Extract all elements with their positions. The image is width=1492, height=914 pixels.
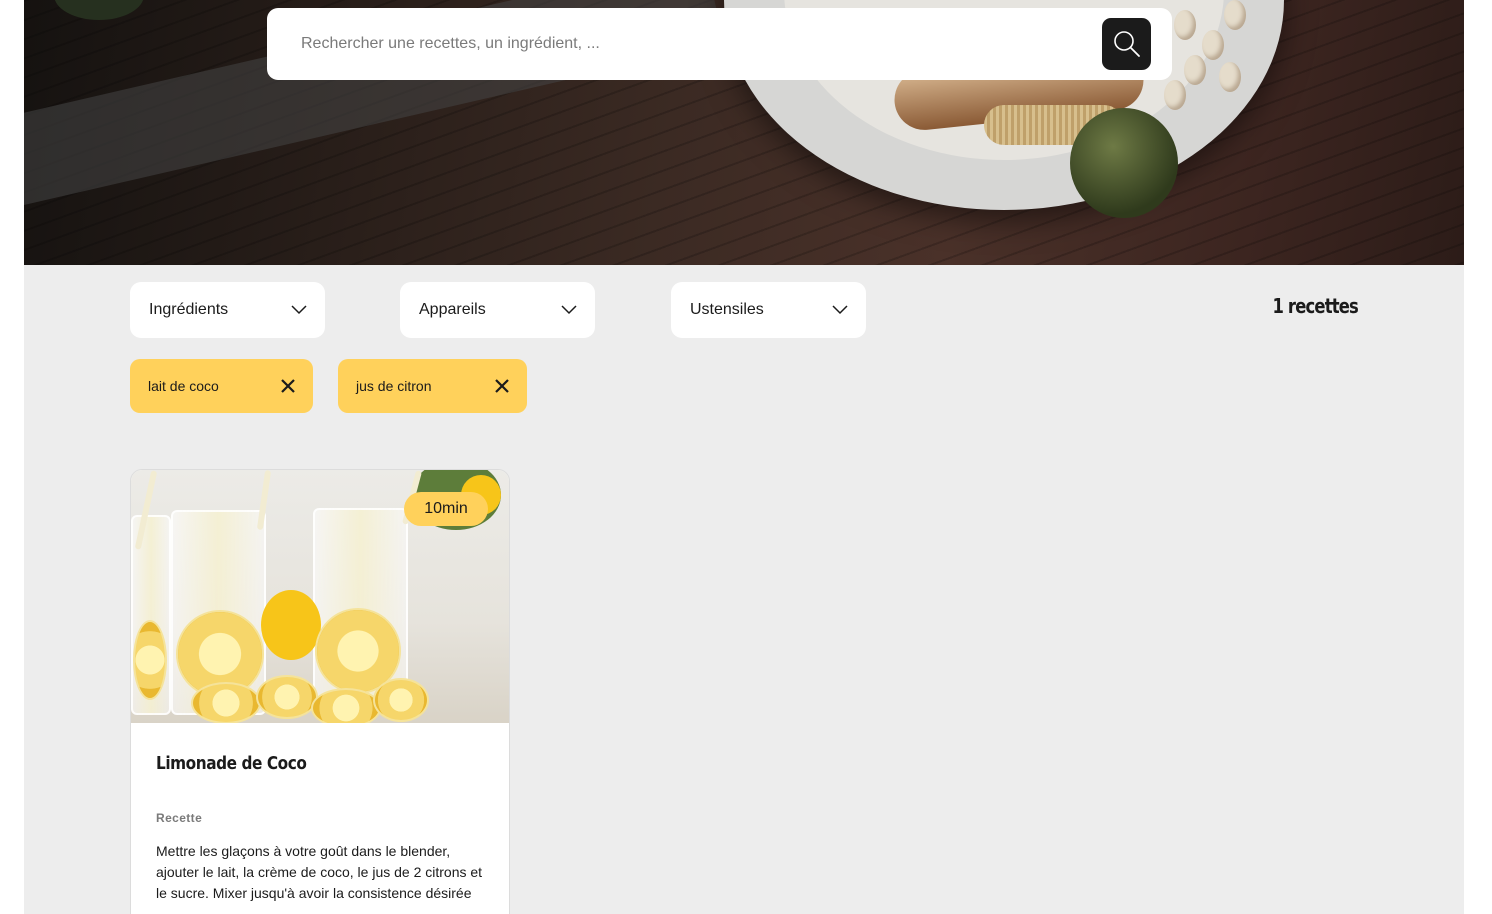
filter-appareils-dropdown[interactable]: Appareils bbox=[400, 282, 595, 338]
selected-tag: jus de citron bbox=[338, 359, 527, 413]
tag-label: jus de citron bbox=[356, 378, 432, 394]
recipe-image: 10min bbox=[131, 470, 509, 723]
filter-ustensiles-dropdown[interactable]: Ustensiles bbox=[671, 282, 866, 338]
recipe-count: 1 recettes bbox=[1272, 294, 1358, 318]
hero-banner bbox=[24, 0, 1464, 265]
chevron-down-icon bbox=[561, 305, 577, 315]
filter-ingredients-dropdown[interactable]: Ingrédients bbox=[130, 282, 325, 338]
search-bar bbox=[267, 8, 1172, 80]
image-lemon-slice bbox=[133, 620, 167, 700]
search-icon bbox=[1113, 31, 1140, 57]
close-icon[interactable] bbox=[494, 378, 510, 394]
page: Ingrédients Appareils Ustensiles 1 recet… bbox=[24, 0, 1464, 914]
hero-food-bean bbox=[1184, 55, 1206, 85]
recipe-description: Mettre les glaçons à votre goût dans le … bbox=[156, 843, 483, 901]
filter-ingredients-label: Ingrédients bbox=[149, 301, 229, 318]
hero-food-bean bbox=[1219, 62, 1241, 92]
filter-appareils-label: Appareils bbox=[419, 301, 486, 318]
hero-leaf-decoration bbox=[54, 0, 144, 20]
image-lemon-slice bbox=[373, 678, 429, 722]
hero-food-bean bbox=[1174, 10, 1196, 40]
chevron-down-icon bbox=[832, 305, 848, 315]
search-input[interactable] bbox=[301, 30, 1091, 58]
image-straw bbox=[256, 470, 272, 531]
time-badge: 10min bbox=[404, 492, 488, 526]
hero-food-bean bbox=[1224, 0, 1246, 30]
hero-food-bean bbox=[1164, 80, 1186, 110]
filter-ustensiles-label: Ustensiles bbox=[690, 301, 764, 318]
hero-food-lime bbox=[1070, 108, 1178, 218]
search-button[interactable] bbox=[1102, 18, 1151, 70]
chevron-down-icon bbox=[291, 305, 307, 315]
selected-tag: lait de coco bbox=[130, 359, 313, 413]
recipe-title: Limonade de Coco bbox=[156, 753, 307, 774]
image-lemon-slice bbox=[191, 682, 261, 723]
hero-food-bean bbox=[1202, 30, 1224, 60]
tag-label: lait de coco bbox=[148, 378, 219, 394]
recipe-card[interactable]: 10min Limonade de Coco Recette Mettre le… bbox=[130, 469, 510, 914]
image-lemon-slice bbox=[311, 688, 381, 723]
image-lemon-slice bbox=[256, 675, 318, 719]
image-flower bbox=[261, 590, 321, 660]
recipe-section-label: Recette bbox=[156, 811, 203, 825]
close-icon[interactable] bbox=[280, 378, 296, 394]
